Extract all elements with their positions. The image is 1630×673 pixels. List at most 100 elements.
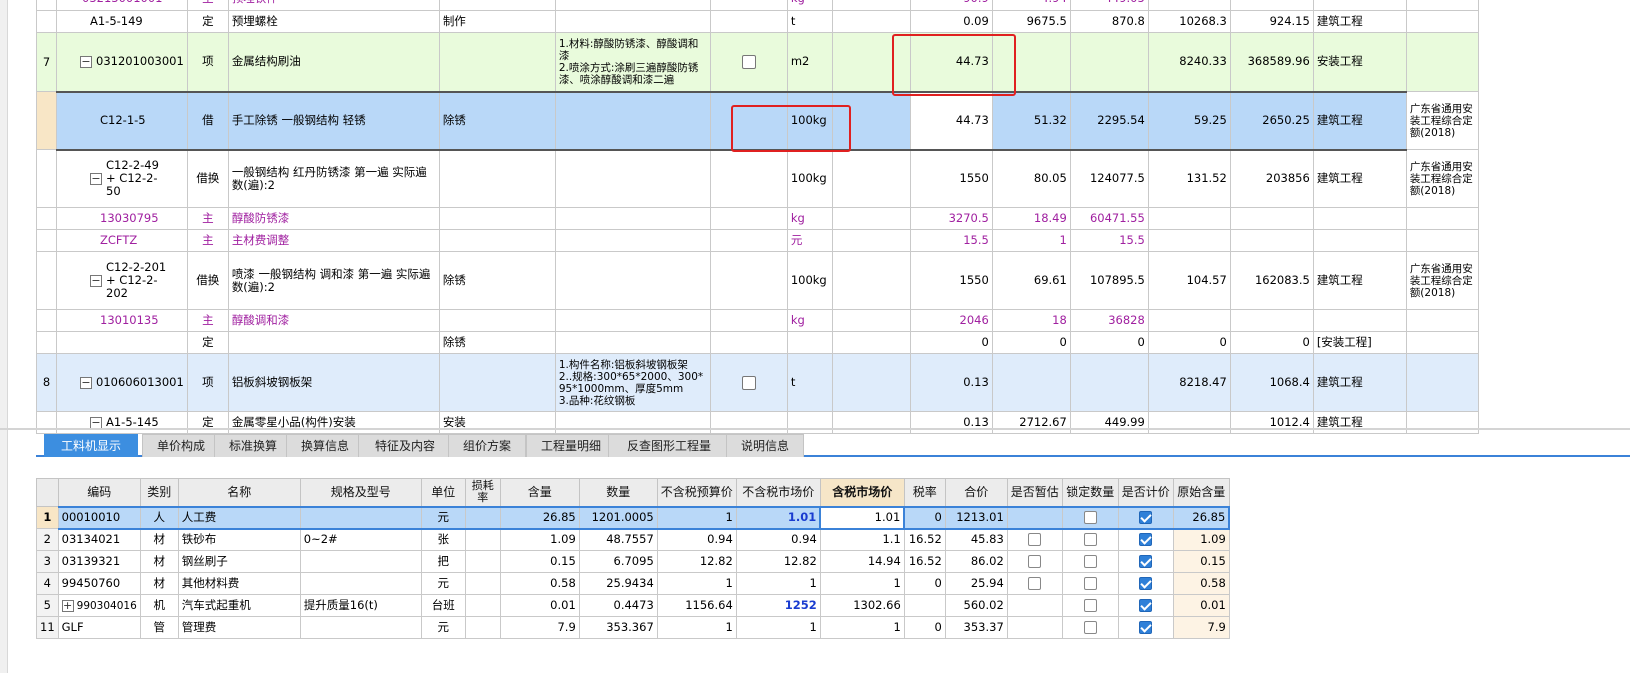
lock-qty-checkbox[interactable] (1083, 599, 1097, 612)
provisional-checkbox[interactable] (1028, 555, 1042, 568)
source-cell: 广东省通用安装工程综合定额(2018) (1405, 91, 1479, 150)
tab-pricing-plan[interactable]: 组价方案 (448, 434, 526, 457)
header-tax-rate[interactable]: 税率 (903, 478, 946, 507)
table-row[interactable]: 11 GLF 管 管理费 元 7.9 353.367 1 1 1 0 353.3… (36, 616, 1230, 639)
category-cell: 建筑工程 (1312, 10, 1407, 33)
row-number: 2 (36, 528, 59, 551)
header-name[interactable]: 名称 (177, 478, 301, 507)
unit-cell: 元 (786, 229, 833, 252)
header-content[interactable]: 含量 (499, 478, 580, 507)
table-row[interactable]: 03213001001 主 预埋铁件 kg 90.9 4.94 449.05 (36, 0, 1479, 11)
table-row[interactable]: 13010135 主 醇酸调和漆 kg 2046 18 36828 (36, 309, 1479, 332)
table-row[interactable]: 定 除锈 0 0 0 0 0 [安装工程] (36, 331, 1479, 354)
table-row[interactable]: 2 03134021 材 铁砂布 0~2# 张 1.09 48.7557 0.9… (36, 528, 1230, 551)
name-cell: 其他材料费 (177, 572, 301, 595)
tab-description[interactable]: 说明信息 (726, 434, 804, 457)
tab-features[interactable]: 特征及内容 (358, 434, 452, 457)
category-cell: 人 (139, 505, 179, 530)
category-cell: 建筑工程 (1312, 149, 1407, 208)
checkbox[interactable] (741, 54, 756, 69)
lock-qty-checkbox[interactable] (1083, 533, 1097, 547)
priced-checkbox[interactable] (1139, 577, 1153, 590)
lock-qty-checkbox[interactable] (1083, 511, 1097, 524)
table-row[interactable]: − A1-5-145 定 金属零星小品(构件)安装 安装 0.13 2712.67… (36, 411, 1479, 434)
name-cell: 醇酸调和漆 (227, 309, 440, 332)
header-market-price[interactable]: 不含税市场价 (735, 478, 821, 507)
tab-graphic-quantity[interactable]: 反查图形工程量 (608, 434, 730, 457)
table-row-selected[interactable]: 1 00010010 人 人工费 元 26.85 1201.0005 1 1.0… (36, 505, 1231, 530)
table-row[interactable]: 5 +990304016 机 汽车式起重机 提升质量16(t) 台班 0.01 … (36, 594, 1230, 617)
table-row[interactable]: −C12-2-201 + C12-2-202 借换 喷漆 一般钢结构 调和漆 第… (36, 251, 1479, 310)
priced-checkbox[interactable] (1139, 511, 1153, 524)
table-row[interactable]: 13030795 主 醇酸防锈漆 kg 3270.5 18.49 60471.5… (36, 207, 1479, 230)
tab-standard-conversion[interactable]: 标准换算 (214, 434, 292, 457)
content-cell: 7.9 (499, 616, 580, 639)
rate-cell: 16.52 (903, 528, 946, 551)
header-loss-rate[interactable]: 损耗率 (464, 478, 501, 507)
market-cell: 1 (735, 572, 821, 595)
lock-qty-checkbox[interactable] (1083, 577, 1097, 590)
provisional-checkbox[interactable] (1028, 577, 1042, 590)
feature-content-cell: 1.材料:醇酸防锈漆、醇酸调和漆 2.喷涂方式:涂刷三遍醇酸防锈漆、喷涂醇酸调和… (554, 32, 711, 92)
header-quantity[interactable]: 数量 (578, 478, 658, 507)
collapse-icon[interactable]: − (90, 274, 102, 287)
qty-edit-cell[interactable]: 44.73 (909, 90, 993, 151)
tab-quantity-detail[interactable]: 工程量明细 (526, 434, 616, 457)
tax-market-cell: 1 (819, 572, 905, 595)
unit-cell: 100kg (786, 251, 833, 310)
orig-content-cell: 0.58 (1172, 572, 1230, 595)
code-cell: 13010135 (100, 313, 159, 327)
pane-splitter[interactable] (0, 428, 1630, 430)
priced-checkbox[interactable] (1139, 555, 1153, 568)
qty-cell: 90.9 (909, 0, 993, 11)
header-code[interactable]: 编码 (57, 478, 141, 507)
checkbox[interactable] (741, 375, 756, 390)
table-row[interactable]: 8 −010606013001 项 铝板斜坡钢板架 1.构件名称:铝板斜坡钢板架… (36, 353, 1479, 412)
table-row[interactable]: −C12-2-49 + C12-2-50 借换 一般钢结构 红丹防锈漆 第一遍 … (36, 149, 1479, 208)
header-spec[interactable]: 规格及型号 (299, 478, 422, 507)
priced-checkbox[interactable] (1139, 533, 1153, 547)
code-cell: 990304016 (76, 599, 137, 612)
name-cell: 人工费 (177, 505, 301, 530)
header-priced[interactable]: 是否计价 (1117, 478, 1174, 507)
qty-cell: 25.9434 (578, 572, 658, 595)
table-row[interactable]: 3 03139321 材 钢丝刷子 把 0.15 6.7095 12.82 12… (36, 550, 1230, 573)
row-index: 8 (36, 353, 57, 412)
collapse-icon[interactable]: − (90, 416, 102, 429)
header-tax-market-price[interactable]: 含税市场价 (819, 478, 905, 507)
tab-conversion-info[interactable]: 换算信息 (286, 434, 364, 457)
lock-qty-checkbox[interactable] (1083, 555, 1097, 568)
header-original-content[interactable]: 原始含量 (1172, 478, 1230, 507)
name-cell: 预埋螺栓 (227, 10, 440, 33)
table-row[interactable]: A1-5-149 定 预埋螺栓 制作 t 0.09 9675.5 870.8 1… (36, 10, 1479, 33)
price-cell: 449.99 (1069, 411, 1149, 434)
market-cell: 12.82 (735, 550, 821, 573)
priced-checkbox[interactable] (1139, 621, 1153, 634)
table-row[interactable]: ZCFTZ 主 主材费调整 元 15.5 1 15.5 (36, 229, 1479, 252)
code-cell: 03139321 (57, 550, 141, 573)
priced-checkbox[interactable] (1139, 599, 1153, 612)
table-row[interactable]: 7 −031201003001 项 金属结构刷油 1.材料:醇酸防锈漆、醇酸调和… (36, 32, 1479, 92)
tab-labor-material-machine[interactable]: 工料机显示 (44, 434, 138, 457)
header-total[interactable]: 合价 (944, 478, 1008, 507)
type-cell: 借 (186, 90, 229, 151)
header-category[interactable]: 类别 (139, 478, 179, 507)
header-unit[interactable]: 单位 (420, 478, 466, 507)
table-row[interactable]: 4 99450760 材 其他材料费 元 0.58 25.9434 1 1 1 … (36, 572, 1230, 595)
lock-qty-checkbox[interactable] (1083, 621, 1097, 634)
header-budget-price[interactable]: 不含税预算价 (656, 478, 737, 507)
type-cell: 定 (186, 411, 229, 434)
collapse-icon[interactable]: − (80, 55, 92, 68)
tab-unit-price[interactable]: 单价构成 (142, 434, 220, 457)
qty-cell: 0.4473 (578, 594, 658, 617)
header-provisional[interactable]: 是否暂估 (1006, 478, 1063, 507)
resource-grid: 编码 类别 名称 规格及型号 单位 损耗率 含量 数量 不含税预算价 不含税市场… (36, 478, 1231, 639)
feature-cell: 除锈 (438, 331, 556, 354)
tax-market-edit-cell[interactable]: 1.01 (819, 505, 906, 530)
expand-icon[interactable]: + (61, 599, 74, 612)
header-lock-qty[interactable]: 锁定数量 (1061, 478, 1119, 507)
provisional-checkbox[interactable] (1028, 533, 1042, 547)
market-cell: 0.94 (735, 528, 821, 551)
collapse-icon[interactable]: − (90, 172, 102, 185)
collapse-icon[interactable]: − (80, 376, 92, 389)
